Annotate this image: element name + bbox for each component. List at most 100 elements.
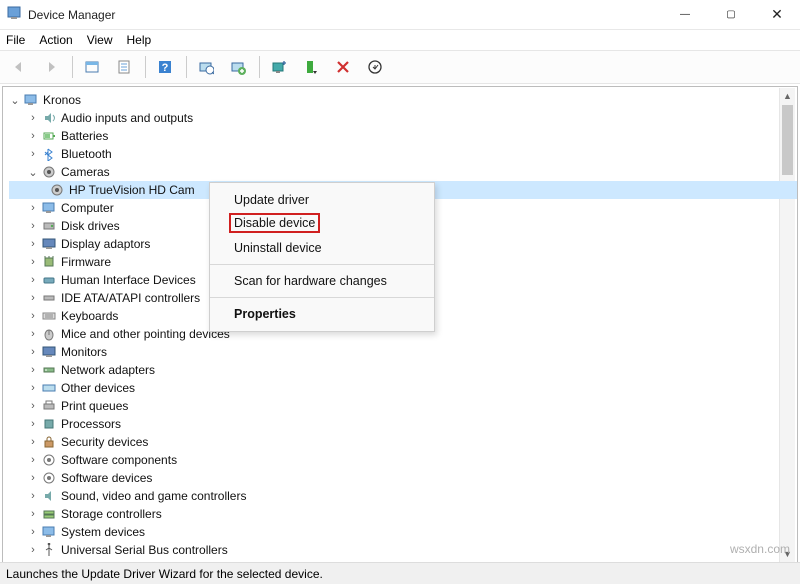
category-icon xyxy=(41,272,57,288)
toolbar-sep xyxy=(259,56,260,78)
tree-category[interactable]: › Print queues xyxy=(9,397,797,415)
ctx-uninstall-device[interactable]: Uninstall device xyxy=(210,237,434,259)
expand-icon[interactable]: › xyxy=(27,526,39,538)
collapse-icon[interactable]: ⌄ xyxy=(27,166,39,178)
ctx-update-driver[interactable]: Update driver xyxy=(210,189,434,211)
expand-icon[interactable]: › xyxy=(27,436,39,448)
category-label: Software devices xyxy=(61,471,152,485)
category-label: Sound, video and game controllers xyxy=(61,489,246,503)
ctx-sep xyxy=(210,264,434,265)
tree-category[interactable]: ›Batteries xyxy=(9,127,797,145)
category-label: Security devices xyxy=(61,435,148,449)
tree-category[interactable]: › Security devices xyxy=(9,433,797,451)
expand-icon[interactable]: › xyxy=(27,274,39,286)
tree-category[interactable]: › Network adapters xyxy=(9,361,797,379)
toolbar-sep xyxy=(186,56,187,78)
category-label: Keyboards xyxy=(61,309,118,323)
expand-icon[interactable]: › xyxy=(27,220,39,232)
maximize-button[interactable]: ▢ xyxy=(708,0,754,30)
tree-category[interactable]: › Sound, video and game controllers xyxy=(9,487,797,505)
expand-icon[interactable]: › xyxy=(27,544,39,556)
ctx-sep xyxy=(210,297,434,298)
expand-icon[interactable]: › xyxy=(27,130,39,142)
tree-category[interactable]: ⌄ Cameras xyxy=(9,163,797,181)
category-icon xyxy=(41,146,57,162)
statusbar: Launches the Update Driver Wizard for th… xyxy=(0,562,800,584)
expand-icon[interactable]: › xyxy=(27,310,39,322)
expand-icon[interactable]: › xyxy=(27,472,39,484)
tree-category[interactable]: ›Monitors xyxy=(9,343,797,361)
show-hide-console-button[interactable] xyxy=(77,53,107,81)
category-label: Cameras xyxy=(61,165,110,179)
category-icon xyxy=(41,416,57,432)
category-label: Firmware xyxy=(61,255,111,269)
expand-icon[interactable]: › xyxy=(27,292,39,304)
menu-file[interactable]: File xyxy=(6,33,25,47)
expand-icon[interactable]: › xyxy=(27,454,39,466)
expand-icon[interactable]: › xyxy=(27,418,39,430)
help-button[interactable]: ? xyxy=(150,53,180,81)
collapse-icon[interactable]: ⌄ xyxy=(9,94,21,106)
close-button[interactable]: ✕ xyxy=(754,0,800,30)
tree-category[interactable]: ›Software components xyxy=(9,451,797,469)
tree-root[interactable]: ⌄ Kronos xyxy=(9,91,797,109)
ctx-disable-device[interactable]: Disable device xyxy=(210,211,434,237)
menu-help[interactable]: Help xyxy=(127,33,152,47)
expand-icon[interactable]: › xyxy=(27,238,39,250)
ctx-scan-hardware[interactable]: Scan for hardware changes xyxy=(210,270,434,292)
expand-icon[interactable]: › xyxy=(27,256,39,268)
tree-category[interactable]: ›Other devices xyxy=(9,379,797,397)
properties-button[interactable] xyxy=(109,53,139,81)
tree-category[interactable]: › Software devices xyxy=(9,469,797,487)
category-icon xyxy=(41,452,57,468)
expand-icon[interactable]: › xyxy=(27,148,39,160)
uninstall-device-button[interactable] xyxy=(328,53,358,81)
expand-icon[interactable]: › xyxy=(27,112,39,124)
category-icon xyxy=(41,200,57,216)
tree-category[interactable]: ›Audio inputs and outputs xyxy=(9,109,797,127)
expand-icon[interactable]: › xyxy=(27,328,39,340)
tree-category[interactable]: ›System devices xyxy=(9,523,797,541)
category-label: Human Interface Devices xyxy=(61,273,196,287)
tree-category[interactable]: ›Bluetooth xyxy=(9,145,797,163)
enable-device-button[interactable] xyxy=(360,53,390,81)
update-driver-button[interactable] xyxy=(264,53,294,81)
minimize-button[interactable]: — xyxy=(662,0,708,30)
category-icon xyxy=(41,218,57,234)
category-label: Network adapters xyxy=(61,363,155,377)
tree-category[interactable]: ›Processors xyxy=(9,415,797,433)
expand-icon[interactable]: › xyxy=(27,490,39,502)
expand-icon[interactable]: › xyxy=(27,202,39,214)
scan-hardware-button[interactable] xyxy=(191,53,221,81)
menu-view[interactable]: View xyxy=(87,33,113,47)
category-icon xyxy=(41,488,57,504)
category-icon xyxy=(41,398,57,414)
computer-icon xyxy=(23,92,39,108)
back-button[interactable] xyxy=(4,53,34,81)
expand-icon[interactable]: › xyxy=(27,364,39,376)
toolbar: ? xyxy=(0,50,800,84)
context-menu: Update driver Disable device Uninstall d… xyxy=(209,182,435,332)
category-label: Storage controllers xyxy=(61,507,162,521)
category-icon xyxy=(41,128,57,144)
statusbar-text: Launches the Update Driver Wizard for th… xyxy=(6,567,323,581)
menu-action[interactable]: Action xyxy=(39,33,72,47)
expand-icon[interactable]: › xyxy=(27,382,39,394)
ctx-properties[interactable]: Properties xyxy=(210,303,434,325)
expand-icon[interactable]: › xyxy=(27,400,39,412)
add-legacy-hardware-button[interactable] xyxy=(223,53,253,81)
disable-device-button[interactable] xyxy=(296,53,326,81)
tree-category[interactable]: ›Universal Serial Bus controllers xyxy=(9,541,797,559)
category-label: Print queues xyxy=(61,399,128,413)
menubar: File Action View Help xyxy=(0,30,800,50)
category-label: Display adaptors xyxy=(61,237,150,251)
category-icon xyxy=(41,524,57,540)
window-title: Device Manager xyxy=(28,8,115,22)
tree-category[interactable]: › Storage controllers xyxy=(9,505,797,523)
tree-root-label: Kronos xyxy=(43,93,81,107)
forward-button[interactable] xyxy=(36,53,66,81)
category-icon xyxy=(41,110,57,126)
expand-icon[interactable]: › xyxy=(27,508,39,520)
expand-icon[interactable]: › xyxy=(27,346,39,358)
titlebar: Device Manager — ▢ ✕ xyxy=(0,0,800,30)
